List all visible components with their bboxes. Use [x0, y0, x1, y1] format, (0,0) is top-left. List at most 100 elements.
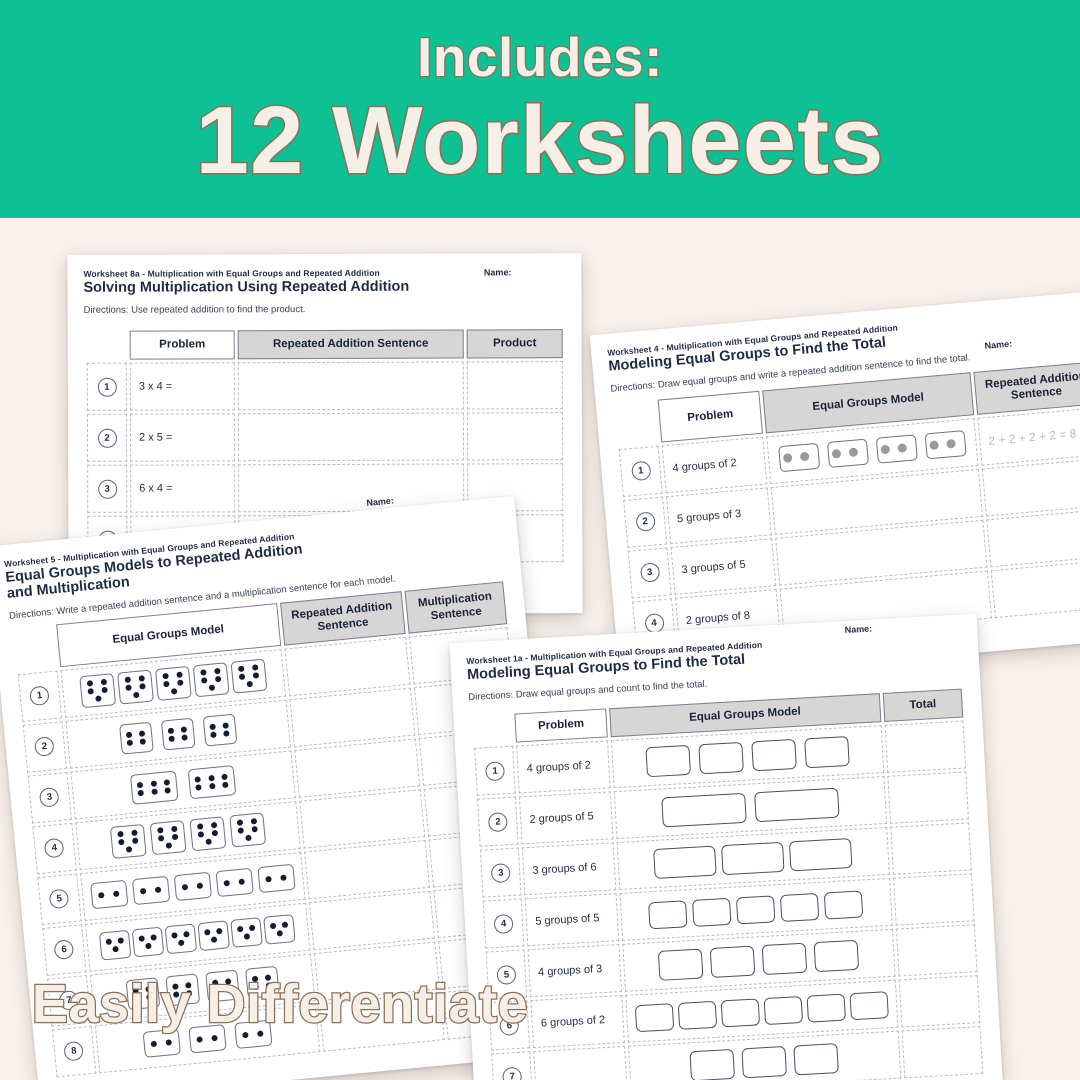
group-box	[778, 442, 821, 472]
group-box	[789, 838, 853, 872]
dot	[94, 695, 102, 702]
group-box	[192, 662, 230, 698]
header-main-label: 12 Worksheets	[194, 86, 885, 194]
dot	[236, 819, 243, 826]
total-cell[interactable]	[884, 720, 967, 774]
dot	[221, 781, 229, 789]
problem-cell[interactable]: 2 groups of 5	[519, 791, 614, 845]
row-number-cell: 2	[22, 721, 67, 773]
problem-cell[interactable]	[533, 1046, 628, 1080]
group-box	[98, 929, 132, 961]
dot	[170, 825, 178, 833]
row-number: 3	[490, 863, 511, 884]
dot	[164, 787, 171, 794]
group-box	[761, 943, 808, 976]
row-number-cell: 3	[87, 465, 128, 514]
dot	[181, 883, 189, 891]
group-box	[131, 875, 170, 906]
total-cell[interactable]	[898, 975, 981, 1028]
row-number: 1	[29, 685, 51, 707]
group-box	[256, 863, 296, 894]
group-box	[109, 823, 147, 859]
group-box	[173, 871, 212, 902]
row-number-cell: 1	[618, 445, 663, 497]
row-number-cell: 1	[474, 746, 517, 797]
total-cell[interactable]	[889, 822, 972, 876]
dot	[125, 731, 133, 739]
header-includes-label: Includes:	[416, 25, 664, 88]
group-box	[736, 895, 776, 925]
problem-cell[interactable]: 4 groups of 2	[516, 740, 611, 794]
table-row[interactable]: 1 3 x 4 =	[86, 361, 563, 412]
product-cell[interactable]	[466, 361, 563, 410]
product-cell[interactable]	[466, 412, 564, 461]
dot	[150, 788, 158, 795]
group-box	[875, 433, 918, 464]
sentence-cell[interactable]	[990, 559, 1080, 618]
addition-cell[interactable]	[303, 839, 430, 900]
row-number-cell: 4	[482, 898, 525, 950]
total-cell[interactable]	[895, 924, 978, 978]
dot	[167, 727, 175, 735]
addition-cell[interactable]	[284, 636, 411, 697]
group-box	[806, 993, 846, 1023]
sentence-cell[interactable]	[981, 457, 1080, 517]
dot	[251, 664, 259, 671]
dot	[171, 932, 178, 939]
addition-cell[interactable]	[308, 890, 435, 951]
row-number-cell: 7	[491, 1051, 534, 1080]
answer-cell[interactable]	[237, 361, 464, 411]
total-cell[interactable]	[887, 771, 969, 825]
group-box	[118, 721, 154, 755]
problem-cell[interactable]: 5 groups of 3	[666, 487, 772, 544]
addition-cell[interactable]	[288, 687, 415, 748]
dot	[210, 936, 218, 943]
problem-cell[interactable]: 4 groups of 2	[661, 436, 768, 493]
group-box	[753, 788, 840, 823]
problem-cell[interactable]: 3 groups of 6	[522, 842, 617, 896]
answer-cell[interactable]	[237, 412, 465, 462]
problem-cell[interactable]: 2 x 5 =	[129, 413, 236, 463]
group-box	[116, 669, 154, 705]
dot	[165, 842, 172, 849]
table-header-row: Problem Repeated Addition Sentence Produ…	[87, 329, 563, 361]
sentence-cell[interactable]	[986, 508, 1080, 567]
sentence-cell[interactable]: 2 + 2 + 2 + 2 = 8	[977, 406, 1080, 466]
dot	[197, 831, 204, 838]
problem-cell[interactable]: 5 groups of 5	[524, 893, 619, 947]
problem-cell[interactable]: 3 x 4 =	[129, 362, 235, 412]
problem-cell[interactable]: 3 groups of 5	[670, 537, 777, 595]
total-cell[interactable]	[901, 1026, 984, 1079]
worksheet-8a-directions: Directions: Use repeated addition to fin…	[83, 304, 306, 317]
equal-groups-row	[620, 735, 874, 779]
column-header-addition: Repeated Addition Sentence	[973, 361, 1080, 415]
table-row[interactable]: 2 2 x 5 =	[86, 412, 564, 463]
dot	[204, 838, 212, 845]
dot	[281, 921, 289, 928]
addition-cell[interactable]	[298, 789, 425, 849]
dot	[269, 922, 277, 930]
row-number: 1	[97, 377, 117, 397]
dot	[238, 878, 246, 885]
group-box	[780, 892, 820, 922]
group-box	[803, 736, 850, 769]
total-cell[interactable]	[892, 873, 975, 927]
dot	[222, 722, 229, 729]
dot	[138, 683, 146, 690]
problem-cell[interactable]: 6 x 4 =	[130, 464, 236, 514]
dot	[208, 782, 216, 790]
addition-cell[interactable]	[293, 738, 420, 798]
dot	[200, 677, 208, 684]
group-box	[89, 879, 129, 910]
column-header-problem: Problem	[657, 391, 763, 443]
dot	[223, 730, 230, 737]
dot	[100, 686, 108, 694]
row-number-cell: 5	[37, 873, 82, 926]
group-box	[924, 429, 967, 460]
group-box	[645, 745, 691, 778]
dot	[170, 688, 177, 695]
dot	[126, 739, 134, 747]
dot	[248, 924, 256, 932]
worksheet-8a-title: Solving Multiplication Using Repeated Ad…	[83, 278, 410, 296]
row-number: 1	[630, 460, 652, 482]
